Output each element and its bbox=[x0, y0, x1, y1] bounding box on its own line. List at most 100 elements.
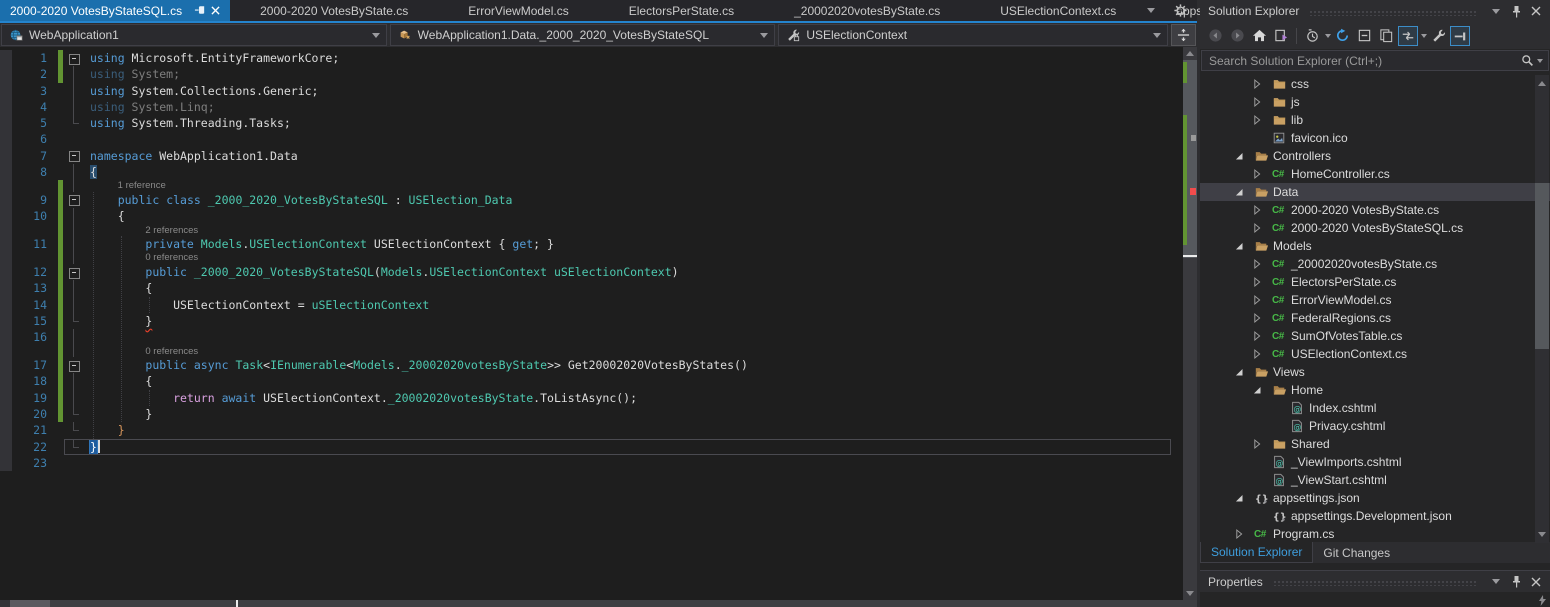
tab-git-changes[interactable]: Git Changes bbox=[1313, 542, 1400, 563]
pending-changes-filter-icon[interactable] bbox=[1302, 26, 1322, 46]
code-line-9[interactable]: 9 public class _2000_2020_VotesByStateSQ… bbox=[0, 192, 1183, 208]
panel-options-caret-icon[interactable] bbox=[1488, 3, 1504, 19]
type-dropdown[interactable]: WebApplication1.Data._2000_2020_VotesByS… bbox=[390, 24, 776, 46]
tree-item-css[interactable]: css bbox=[1200, 75, 1550, 93]
close-icon[interactable] bbox=[1528, 574, 1544, 590]
preview-selected-items-icon[interactable] bbox=[1450, 26, 1470, 46]
tree-scrollbar-thumb[interactable] bbox=[1535, 183, 1549, 349]
tab-solution-explorer[interactable]: Solution Explorer bbox=[1200, 542, 1313, 563]
tree-item-views[interactable]: Views bbox=[1200, 363, 1550, 381]
search-input[interactable] bbox=[1207, 53, 1519, 69]
chevron-collapsed-icon[interactable] bbox=[1250, 221, 1272, 235]
chevron-collapsed-icon[interactable] bbox=[1250, 77, 1272, 91]
tree-item-federalregions-cs[interactable]: C#FederalRegions.cs bbox=[1200, 309, 1550, 327]
code-line-22[interactable]: 22} bbox=[0, 439, 1183, 455]
document-tab-2[interactable]: ErrorViewModel.cs bbox=[438, 0, 598, 21]
sync-dropdown-caret[interactable] bbox=[1421, 34, 1427, 38]
pinned-pin-icon[interactable] bbox=[191, 3, 207, 19]
tree-item-2000-2020-votesbystatesql-cs[interactable]: C#2000-2020 VotesByStateSQL.cs bbox=[1200, 219, 1550, 237]
sync-with-active-document-icon[interactable] bbox=[1398, 26, 1418, 46]
pin-icon[interactable] bbox=[1508, 3, 1524, 19]
tree-item-2000-2020-votesbystate-cs[interactable]: C#2000-2020 VotesByState.cs bbox=[1200, 201, 1550, 219]
scrollbar-up-arrow[interactable] bbox=[1183, 47, 1197, 60]
code-line-12[interactable]: 12 public _2000_2020_VotesByStateSQL(Mod… bbox=[0, 264, 1183, 280]
chevron-expanded-icon[interactable] bbox=[1232, 185, 1254, 199]
code-line-4[interactable]: 4using System.Linq; bbox=[0, 99, 1183, 115]
tree-item--viewimports-cshtml[interactable]: @_ViewImports.cshtml bbox=[1200, 453, 1550, 471]
chevron-collapsed-icon[interactable] bbox=[1250, 113, 1272, 127]
tree-item-shared[interactable]: Shared bbox=[1200, 435, 1550, 453]
filter-dropdown-caret[interactable] bbox=[1325, 34, 1331, 38]
chevron-expanded-icon[interactable] bbox=[1232, 491, 1254, 505]
code-line-18[interactable]: 18 { bbox=[0, 373, 1183, 389]
code-line-15[interactable]: 15 } bbox=[0, 313, 1183, 329]
chevron-expanded-icon[interactable] bbox=[1232, 239, 1254, 253]
switch-views-icon[interactable] bbox=[1271, 26, 1291, 46]
close-icon[interactable] bbox=[1528, 3, 1544, 19]
forward-icon[interactable] bbox=[1227, 26, 1247, 46]
collapse-all-icon[interactable] bbox=[1354, 26, 1374, 46]
chevron-collapsed-icon[interactable] bbox=[1250, 257, 1272, 271]
code-editor[interactable]: 1using Microsoft.EntityFrameworkCore;2us… bbox=[0, 47, 1197, 600]
tree-item-lib[interactable]: lib bbox=[1200, 111, 1550, 129]
tree-item-models[interactable]: Models bbox=[1200, 237, 1550, 255]
tree-item-favicon-ico[interactable]: favicon.ico bbox=[1200, 129, 1550, 147]
tree-scrollbar-up-arrow[interactable] bbox=[1535, 77, 1549, 90]
code-line-1[interactable]: 1using Microsoft.EntityFrameworkCore; bbox=[0, 50, 1183, 66]
scrollbar-down-arrow[interactable] bbox=[1183, 587, 1197, 600]
code-line-14[interactable]: 14 USElectionContext = uSElectionContext bbox=[0, 297, 1183, 313]
chevron-collapsed-icon[interactable] bbox=[1250, 311, 1272, 325]
tree-vertical-scrollbar[interactable] bbox=[1535, 75, 1549, 543]
code-line-10[interactable]: 10 { bbox=[0, 208, 1183, 224]
split-editor-button[interactable] bbox=[1171, 24, 1196, 46]
tree-item-appsettings-development-json[interactable]: {}appsettings.Development.json bbox=[1200, 507, 1550, 525]
back-icon[interactable] bbox=[1205, 26, 1225, 46]
tree-item-program-cs[interactable]: C#Program.cs bbox=[1200, 525, 1550, 541]
tree-item-js[interactable]: js bbox=[1200, 93, 1550, 111]
chevron-collapsed-icon[interactable] bbox=[1250, 437, 1272, 451]
folding-margin[interactable] bbox=[66, 50, 82, 66]
horizontal-scrollbar-thumb[interactable] bbox=[10, 600, 50, 607]
member-dropdown[interactable]: USElectionContext bbox=[778, 24, 1168, 46]
document-tab-5[interactable]: USElectionContext.cs bbox=[970, 0, 1146, 21]
tree-item-homecontroller-cs[interactable]: C#HomeController.cs bbox=[1200, 165, 1550, 183]
tree-item-privacy-cshtml[interactable]: @Privacy.cshtml bbox=[1200, 417, 1550, 435]
document-tab-1[interactable]: 2000-2020 VotesByState.cs bbox=[230, 0, 438, 21]
folding-margin[interactable] bbox=[66, 357, 82, 373]
folding-margin[interactable] bbox=[66, 264, 82, 280]
codelens-row[interactable]: 1 reference bbox=[0, 180, 1183, 192]
codelens-row[interactable]: 2 references bbox=[0, 225, 1183, 237]
tree-item-appsettings-json[interactable]: {}appsettings.json bbox=[1200, 489, 1550, 507]
panel-options-caret-icon[interactable] bbox=[1488, 574, 1504, 590]
chevron-expanded-icon[interactable] bbox=[1232, 365, 1254, 379]
code-line-13[interactable]: 13 { bbox=[0, 280, 1183, 296]
editor-options-gear-icon[interactable] bbox=[1170, 1, 1190, 21]
tree-scrollbar-down-arrow[interactable] bbox=[1535, 528, 1549, 541]
home-icon[interactable] bbox=[1249, 26, 1269, 46]
code-line-3[interactable]: 3using System.Collections.Generic; bbox=[0, 83, 1183, 99]
editor-vertical-scrollbar[interactable] bbox=[1183, 47, 1197, 600]
pin-icon[interactable] bbox=[1508, 574, 1524, 590]
code-line-5[interactable]: 5using System.Threading.Tasks; bbox=[0, 115, 1183, 131]
folding-margin[interactable] bbox=[66, 148, 82, 164]
document-tab-3[interactable]: ElectorsPerState.cs bbox=[599, 0, 764, 21]
code-line-2[interactable]: 2using System; bbox=[0, 66, 1183, 82]
properties-wrench-icon[interactable] bbox=[1428, 26, 1448, 46]
tree-item-electorsperstate-cs[interactable]: C#ElectorsPerState.cs bbox=[1200, 273, 1550, 291]
chevron-collapsed-icon[interactable] bbox=[1250, 167, 1272, 181]
search-icon[interactable] bbox=[1519, 53, 1535, 69]
editor-horizontal-scrollbar[interactable] bbox=[0, 600, 1197, 607]
codelens-row[interactable]: 0 references bbox=[0, 252, 1183, 264]
code-line-20[interactable]: 20 } bbox=[0, 406, 1183, 422]
tree-item-index-cshtml[interactable]: @Index.cshtml bbox=[1200, 399, 1550, 417]
tree-item-home[interactable]: Home bbox=[1200, 381, 1550, 399]
code-line-8[interactable]: 8{ bbox=[0, 164, 1183, 180]
document-tab-4[interactable]: _20002020votesByState.cs bbox=[764, 0, 970, 21]
chevron-expanded-icon[interactable] bbox=[1250, 383, 1272, 397]
code-line-16[interactable]: 16 bbox=[0, 329, 1183, 345]
code-line-21[interactable]: 21 } bbox=[0, 422, 1183, 438]
tree-item--viewstart-cshtml[interactable]: @_ViewStart.cshtml bbox=[1200, 471, 1550, 489]
tree-item--20002020votesbystate-cs[interactable]: C#_20002020votesByState.cs bbox=[1200, 255, 1550, 273]
search-options-caret[interactable] bbox=[1537, 59, 1543, 63]
show-all-files-icon[interactable] bbox=[1376, 26, 1396, 46]
